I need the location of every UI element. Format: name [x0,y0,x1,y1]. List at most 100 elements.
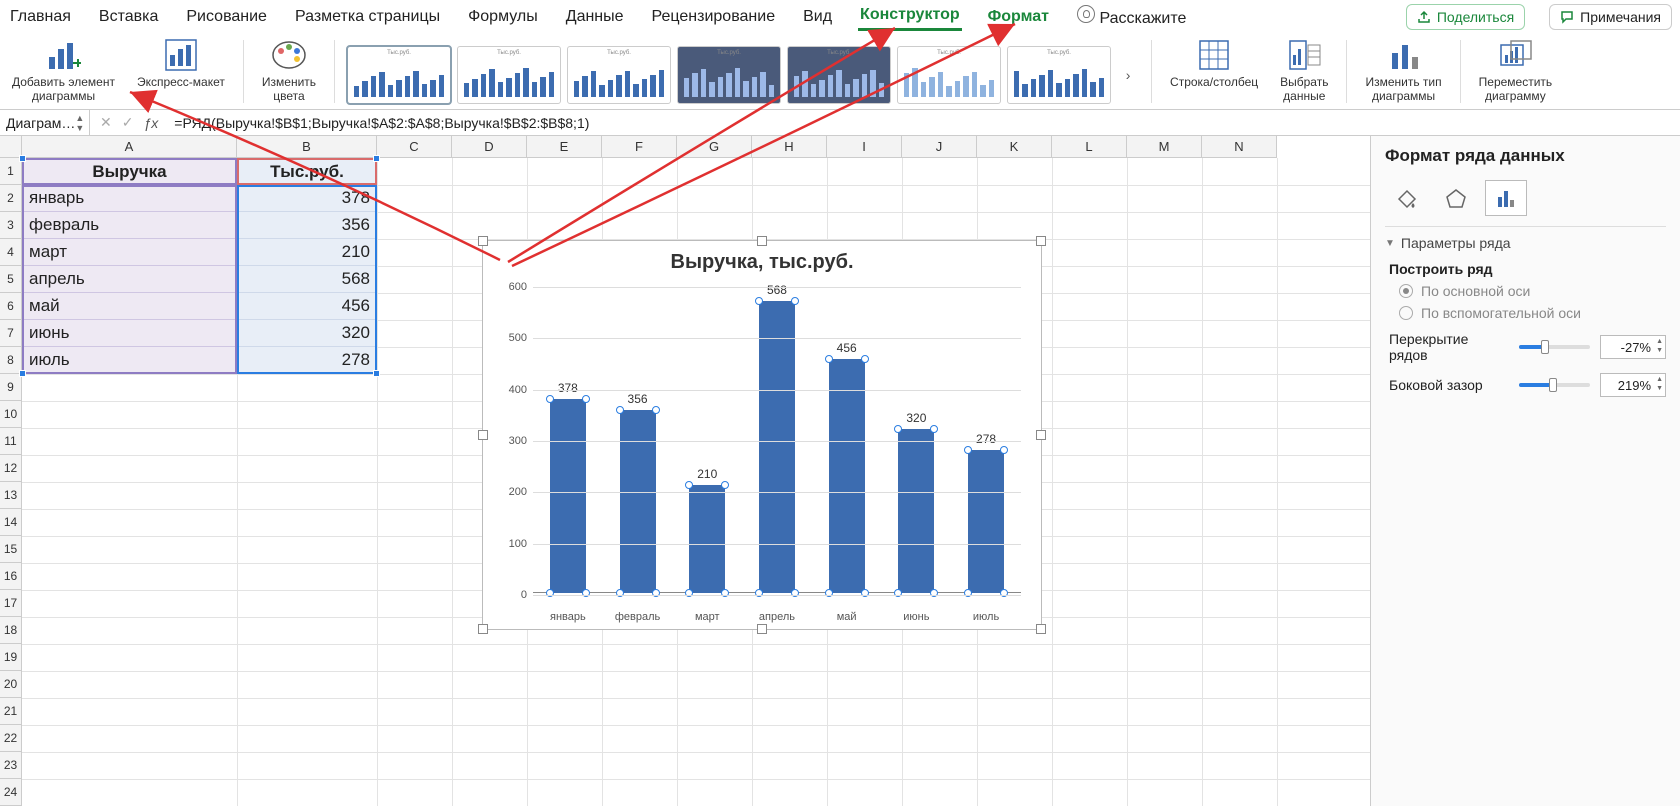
bar-май[interactable]: 456 [829,359,865,593]
add-chart-element-button[interactable]: Добавить элемент диаграммы [6,34,121,109]
chart-style-6[interactable]: Тыс.руб. [897,46,1001,104]
gap-width-input[interactable]: 219% [1600,373,1666,397]
change-chart-type-button[interactable]: Изменить тип диаграммы [1359,34,1447,109]
cell-B2[interactable]: 378 [237,185,377,212]
series-params-header[interactable]: Параметры ряда [1385,235,1666,251]
row-header-13[interactable]: 13 [0,482,22,509]
row-header-6[interactable]: 6 [0,293,22,320]
series-options-tab[interactable] [1485,180,1527,216]
menu-главная[interactable]: Главная [8,4,73,30]
cell-B8[interactable]: 278 [237,347,377,374]
row-header-3[interactable]: 3 [0,212,22,239]
formula-input[interactable]: =РЯД(Выручка!$B$1;Выручка!$A$2:$A$8;Выру… [168,115,1680,131]
bar-июнь[interactable]: 320 [898,429,934,593]
select-all-corner[interactable] [0,136,22,157]
embedded-chart[interactable]: Выручка, тыс.руб. 378356210568456320278 … [482,240,1042,630]
col-header-N[interactable]: N [1202,136,1277,157]
cell-grid[interactable]: ВыручкаТыс.руб.январь378февраль356март21… [22,158,1370,806]
col-header-L[interactable]: L [1052,136,1127,157]
cancel-icon[interactable]: ✕ [100,114,112,131]
chart-plot-area[interactable]: 378356210568456320278 010020030040050060… [533,287,1021,593]
menu-рисование[interactable]: Рисование [184,4,269,30]
change-colors-button[interactable]: Изменить цвета [256,34,322,109]
cell-A2[interactable]: январь [22,185,237,212]
primary-axis-radio[interactable]: По основной оси [1399,283,1666,299]
cell-A5[interactable]: апрель [22,266,237,293]
move-chart-button[interactable]: Переместить диаграмму [1473,34,1559,109]
select-data-button[interactable]: Выбрать данные [1274,34,1334,109]
bar-март[interactable]: 210 [689,485,725,593]
col-header-C[interactable]: C [377,136,452,157]
chart-style-4[interactable]: Тыс.руб. [677,46,781,104]
row-header-1[interactable]: 1 [0,158,22,185]
col-header-M[interactable]: M [1127,136,1202,157]
col-header-A[interactable]: A [22,136,237,157]
cell-A6[interactable]: май [22,293,237,320]
cell-B7[interactable]: 320 [237,320,377,347]
bar-февраль[interactable]: 356 [620,410,656,593]
cell-A3[interactable]: февраль [22,212,237,239]
row-header-19[interactable]: 19 [0,644,22,671]
menu-данные[interactable]: Данные [564,4,626,30]
chart-style-2[interactable]: Тыс.руб. [457,46,561,104]
menu-вид[interactable]: Вид [801,4,834,30]
row-header-24[interactable]: 24 [0,779,22,806]
col-header-K[interactable]: K [977,136,1052,157]
col-header-B[interactable]: B [237,136,377,157]
accept-icon[interactable]: ✓ [122,114,134,131]
effects-tab[interactable] [1435,180,1477,216]
row-header-15[interactable]: 15 [0,536,22,563]
cell-B1[interactable]: Тыс.руб. [237,158,377,185]
switch-row-column-button[interactable]: Строка/столбец [1164,34,1264,109]
row-header-7[interactable]: 7 [0,320,22,347]
menu-вставка[interactable]: Вставка [97,4,160,30]
comments-button[interactable]: Примечания [1549,4,1672,30]
chart-style-3[interactable]: Тыс.руб. [567,46,671,104]
row-header-10[interactable]: 10 [0,401,22,428]
fill-tab[interactable] [1385,180,1427,216]
row-header-2[interactable]: 2 [0,185,22,212]
row-header-14[interactable]: 14 [0,509,22,536]
cell-A7[interactable]: июнь [22,320,237,347]
quick-layout-button[interactable]: Экспресс-макет [131,34,231,109]
col-header-J[interactable]: J [902,136,977,157]
share-button[interactable]: Поделиться [1406,4,1525,30]
cell-B4[interactable]: 210 [237,239,377,266]
row-header-20[interactable]: 20 [0,671,22,698]
chart-styles-gallery[interactable]: Тыс.руб.Тыс.руб.Тыс.руб.Тыс.руб.Тыс.руб.… [347,34,1139,109]
row-header-16[interactable]: 16 [0,563,22,590]
more-styles-button[interactable]: › [1117,67,1139,83]
tell-me[interactable]: Расскажите [1075,1,1188,32]
menu-разметка страницы[interactable]: Разметка страницы [293,4,442,30]
col-header-I[interactable]: I [827,136,902,157]
chart-style-5[interactable]: Тыс.руб. [787,46,891,104]
row-header-21[interactable]: 21 [0,698,22,725]
cell-B6[interactable]: 456 [237,293,377,320]
col-header-H[interactable]: H [752,136,827,157]
column-headers[interactable]: ABCDEFGHIJKLMN [0,136,1277,158]
chart-style-7[interactable]: Тыс.руб. [1007,46,1111,104]
cell-B5[interactable]: 568 [237,266,377,293]
secondary-axis-radio[interactable]: По вспомогательной оси [1399,305,1666,321]
gap-width-slider[interactable] [1519,383,1590,387]
cell-A4[interactable]: март [22,239,237,266]
col-header-G[interactable]: G [677,136,752,157]
series-overlap-input[interactable]: -27% [1600,335,1666,359]
row-header-23[interactable]: 23 [0,752,22,779]
row-header-9[interactable]: 9 [0,374,22,401]
bar-январь[interactable]: 378 [550,399,586,593]
bar-апрель[interactable]: 568 [759,301,795,593]
cell-B3[interactable]: 356 [237,212,377,239]
row-header-17[interactable]: 17 [0,590,22,617]
col-header-F[interactable]: F [602,136,677,157]
fx-icon[interactable]: ƒx [143,115,158,131]
bar-июль[interactable]: 278 [968,450,1004,593]
col-header-E[interactable]: E [527,136,602,157]
series-overlap-slider[interactable] [1519,345,1590,349]
col-header-D[interactable]: D [452,136,527,157]
menu-формат[interactable]: Формат [986,4,1051,30]
row-header-5[interactable]: 5 [0,266,22,293]
row-header-18[interactable]: 18 [0,617,22,644]
name-box[interactable]: Диаграм… ▲▼ [0,110,90,135]
menu-конструктор[interactable]: Конструктор [858,2,962,31]
